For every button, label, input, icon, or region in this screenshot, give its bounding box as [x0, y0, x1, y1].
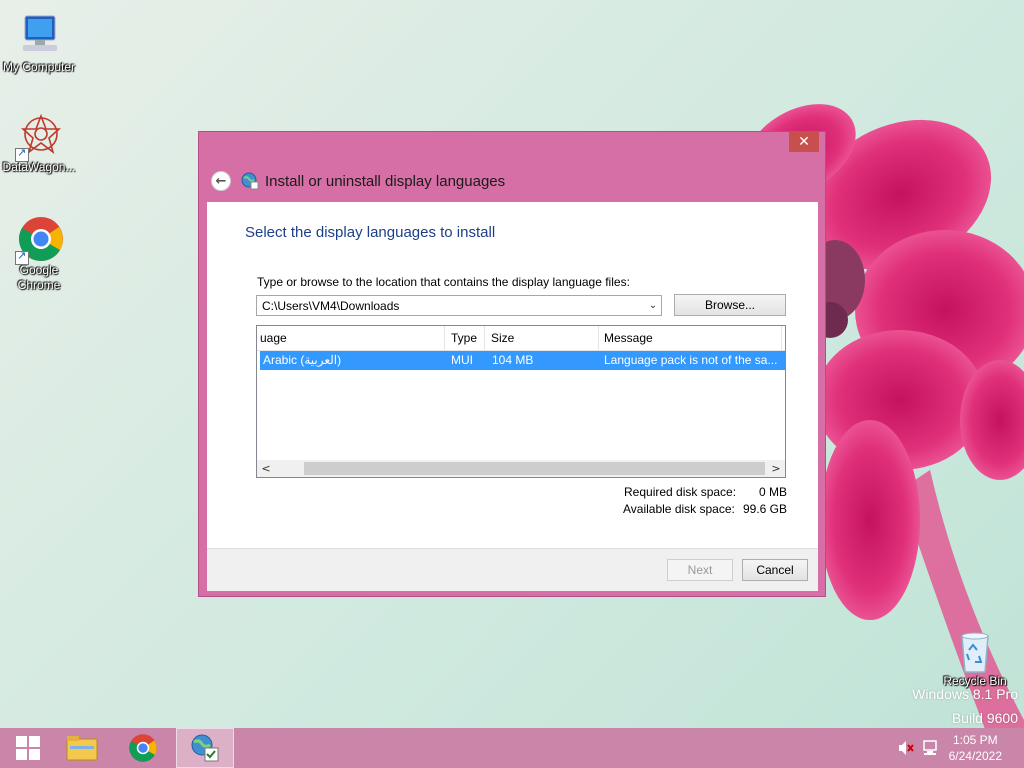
desktop-icon-label: My Computer [2, 60, 76, 74]
path-label: Type or browse to the location that cont… [257, 275, 630, 289]
back-arrow-icon[interactable]: ← [211, 171, 231, 191]
available-space-value: 99.6 GB [742, 502, 787, 516]
row-size: 104 MB [492, 353, 534, 367]
column-message[interactable]: Message [604, 331, 653, 345]
network-icon[interactable] [921, 740, 939, 760]
datawagon-icon [15, 112, 63, 162]
chrome-icon [15, 215, 63, 265]
folder-icon [66, 736, 98, 761]
column-language[interactable]: uage [260, 331, 287, 345]
chrome-icon [129, 734, 157, 762]
list-column-header: uage Type Size Message [257, 326, 785, 351]
column-size[interactable]: Size [491, 331, 514, 345]
dialog-button-bar: Next Cancel [207, 548, 818, 591]
taskbar-chrome[interactable] [115, 728, 171, 768]
taskbar-clock[interactable]: 1:05 PM 6/24/2022 [949, 732, 1002, 764]
volume-muted-icon[interactable] [898, 740, 914, 760]
available-space-label: Available disk space: [623, 502, 735, 516]
row-message: Language pack is not of the sa... [604, 353, 778, 367]
desktop-icon-label: Google Chrome [17, 263, 61, 292]
language-globe-icon [241, 172, 259, 190]
browse-button[interactable]: Browse... [674, 294, 786, 316]
horizontal-scrollbar[interactable]: < > [257, 460, 785, 477]
scroll-thumb[interactable] [304, 462, 765, 475]
desktop-icon-label: Recycle Bin [943, 674, 1007, 688]
dialog-header: ← Install or uninstall display languages [211, 170, 505, 192]
desktop-icon-recycle-bin[interactable]: Recycle Bin [936, 630, 1014, 689]
windows-watermark-build: Build 9600 [951, 710, 1018, 726]
desktop-icon-my-computer[interactable]: My Computer [0, 12, 78, 75]
dialog-title: Install or uninstall display languages [265, 172, 506, 190]
main-instruction: Select the display languages to install [245, 224, 496, 241]
language-globe-icon [191, 734, 219, 762]
language-list[interactable]: uage Type Size Message Arabic (العربية) … [256, 325, 786, 478]
scroll-right-icon[interactable]: > [768, 461, 784, 476]
close-button[interactable]: ✕ [789, 132, 819, 152]
recycle-bin-icon [955, 630, 995, 674]
required-space-label: Required disk space: [624, 485, 737, 499]
taskbar-file-explorer[interactable] [54, 728, 110, 768]
list-item[interactable]: Arabic (العربية) MUI 104 MB Language pac… [260, 351, 785, 370]
computer-icon [15, 12, 63, 60]
path-value: C:\Users\VM4\Downloads [262, 299, 400, 313]
start-button[interactable] [0, 728, 56, 768]
taskbar: 1:05 PM 6/24/2022 [0, 728, 1024, 768]
path-combobox[interactable]: C:\Users\VM4\Downloads ⌄ [256, 295, 662, 316]
row-type: MUI [451, 353, 473, 367]
shortcut-arrow-icon [15, 146, 29, 162]
taskbar-language-installer[interactable] [176, 728, 234, 768]
windows-logo-icon [16, 736, 40, 760]
cancel-button[interactable]: Cancel [742, 559, 808, 581]
chevron-down-icon[interactable]: ⌄ [645, 296, 661, 315]
scroll-left-icon[interactable]: < [258, 461, 274, 476]
install-languages-dialog: ✕ ← Install or uninstall display languag… [198, 131, 826, 597]
desktop-icon-label: DataWagon... [2, 160, 76, 174]
row-language: Arabic (العربية) [263, 353, 342, 367]
column-type[interactable]: Type [451, 331, 477, 345]
desktop-icon-datawagon[interactable]: DataWagon... [0, 112, 78, 175]
clock-date: 6/24/2022 [948, 749, 1002, 763]
required-space-value: 0 MB [758, 485, 787, 499]
next-button[interactable]: Next [667, 559, 733, 581]
desktop-icon-google-chrome[interactable]: Google Chrome [0, 215, 78, 293]
clock-time: 1:05 PM [952, 733, 998, 747]
dialog-content: Select the display languages to install … [207, 202, 818, 548]
shortcut-arrow-icon [15, 249, 29, 265]
